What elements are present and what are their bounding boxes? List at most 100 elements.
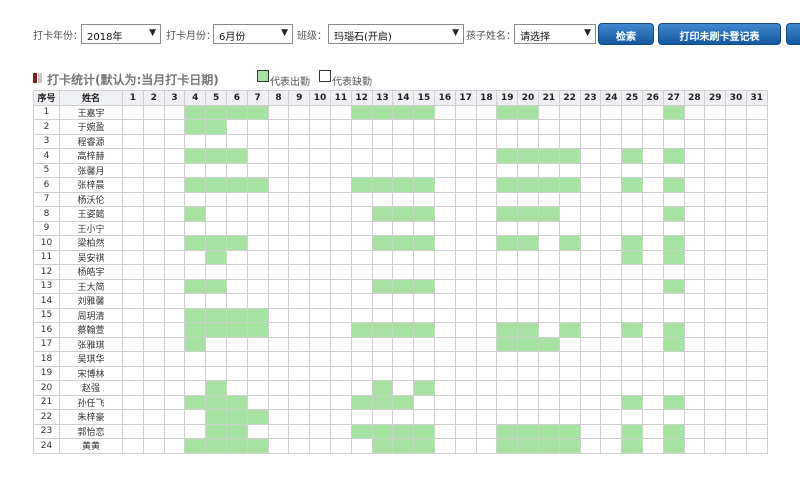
attendance-cell-absent [392,133,415,149]
attendance-cell-absent [641,177,664,193]
attendance-cell-absent [329,148,352,164]
header-day-23: 23 [579,90,602,106]
attendance-cell-absent [579,394,602,410]
row-index: 13 [33,278,60,294]
attendance-cell-present [371,394,394,410]
attendance-cell-absent [350,119,373,135]
attendance-cell-absent [225,278,248,294]
attendance-cell-absent [142,177,165,193]
attendance-cell-absent [267,336,290,352]
attendance-cell-absent [433,235,456,251]
attendance-cell-absent [371,162,394,178]
class-select[interactable]: 玛瑙石(开启) ▼ [328,24,464,44]
row-index: 9 [33,220,60,236]
attendance-cell-absent [413,351,435,367]
attendance-cell-absent [163,148,186,164]
attendance-cell-absent [496,119,519,135]
extra-button[interactable] [786,23,800,45]
attendance-cell-absent [475,409,498,425]
attendance-cell-present [350,177,373,193]
attendance-cell-absent [475,119,498,135]
attendance-cell-absent [122,206,144,222]
attendance-cell-absent [641,394,664,410]
attendance-cell-present [413,104,435,120]
attendance-cell-absent [246,133,269,149]
month-select[interactable]: 6月份 ▼ [213,24,293,44]
attendance-cell-present [371,206,394,222]
header-day-30: 30 [725,90,747,106]
attendance-cell-absent [392,351,415,367]
attendance-cell-present [496,104,519,120]
attendance-cell-absent [600,206,623,222]
attendance-cell-absent [163,104,186,120]
attendance-cell-absent [579,133,602,149]
print-unswiped-register-button[interactable]: 打印未刷卡登记表 [658,23,781,45]
search-button[interactable]: 检索 [598,23,654,45]
class-select-value: 玛瑙石(开启) [334,32,392,43]
attendance-cell-absent [725,322,747,338]
attendance-cell-absent [725,191,747,207]
attendance-cell-present [621,249,643,265]
student-name: 孙任飞 [59,394,123,410]
attendance-cell-absent [267,409,290,425]
year-select[interactable]: 2018年 ▼ [81,24,161,44]
attendance-cell-absent [288,191,311,207]
attendance-cell-present [225,104,248,120]
attendance-cell-absent [309,162,331,178]
attendance-cell-absent [745,351,768,367]
student-name: 郭怡恋 [59,423,123,439]
attendance-cell-absent [122,133,144,149]
attendance-cell-absent [329,249,352,265]
attendance-cell-absent [122,249,144,265]
attendance-cell-absent [621,119,643,135]
attendance-cell-absent [683,351,706,367]
attendance-cell-absent [225,365,248,381]
attendance-cell-absent [641,409,664,425]
attendance-cell-absent [662,351,685,367]
attendance-cell-absent [122,365,144,381]
attendance-cell-absent [579,336,602,352]
attendance-cell-absent [641,249,664,265]
attendance-cell-absent [413,162,435,178]
attendance-cell-absent [433,191,456,207]
class-label: 班级： [297,31,327,42]
row-index: 4 [33,148,60,164]
attendance-cell-absent [142,235,165,251]
attendance-cell-absent [454,206,477,222]
attendance-cell-absent [704,322,727,338]
attendance-cell-present [350,322,373,338]
attendance-cell-absent [600,148,623,164]
attendance-cell-absent [558,133,581,149]
attendance-cell-absent [537,380,560,396]
table-row: 6 张梓晨 [33,177,768,193]
attendance-cell-present [558,148,581,164]
attendance-cell-absent [579,119,602,135]
attendance-cell-absent [683,293,706,309]
attendance-cell-absent [517,162,539,178]
attendance-cell-absent [350,162,373,178]
student-name: 黄黄 [59,438,123,454]
attendance-cell-absent [704,307,727,323]
attendance-cell-absent [704,365,727,381]
attendance-cell-absent [329,322,352,338]
attendance-cell-absent [558,206,581,222]
attendance-cell-absent [142,336,165,352]
attendance-cell-absent [621,206,643,222]
attendance-cell-absent [683,278,706,294]
attendance-cell-absent [475,104,498,120]
header-day-12: 12 [350,90,373,106]
attendance-cell-present [371,278,394,294]
attendance-cell-absent [142,162,165,178]
attendance-cell-absent [184,162,207,178]
attendance-cell-present [184,307,207,323]
attendance-cell-absent [641,322,664,338]
table-row: 15 周玥清 [33,307,768,323]
attendance-cell-absent [371,133,394,149]
attendance-cell-present [496,336,519,352]
child-select[interactable]: 请选择 ▼ [514,24,596,44]
attendance-cell-absent [142,394,165,410]
attendance-cell-absent [475,191,498,207]
attendance-cell-absent [579,162,602,178]
attendance-cell-absent [745,293,768,309]
attendance-cell-absent [475,264,498,280]
